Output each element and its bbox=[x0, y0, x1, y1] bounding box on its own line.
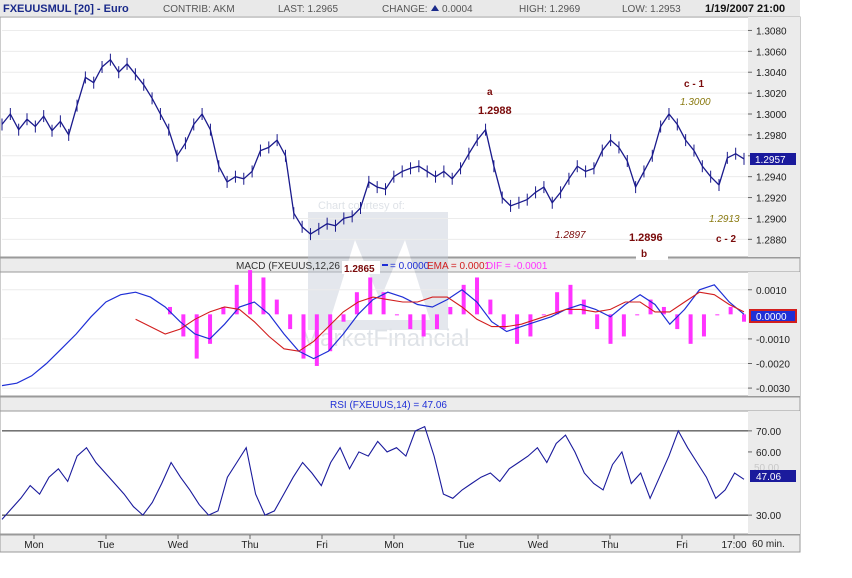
macd-tick-label: -0.0030 bbox=[756, 384, 790, 395]
macd-histogram-bar bbox=[661, 306, 666, 315]
rsi-title: RSI (FXEUUS,14) = 47.06 bbox=[330, 400, 447, 411]
price-tick-label: 1.2900 bbox=[756, 214, 787, 225]
rsi-tick-label: 60.00 bbox=[756, 448, 781, 459]
price-tick-label: 1.2940 bbox=[756, 173, 787, 184]
contrib-label: CONTRIB: AKM bbox=[163, 4, 235, 15]
macd-tick-label: -0.0010 bbox=[756, 335, 790, 346]
macd-histogram-bar bbox=[368, 277, 373, 315]
price-tick-label: 1.3040 bbox=[756, 68, 787, 79]
time-tick-label: Thu bbox=[601, 540, 618, 551]
macd-histogram-bar bbox=[274, 299, 279, 315]
macd-histogram-bar bbox=[528, 314, 533, 337]
time-tick-label: Mon bbox=[384, 540, 403, 551]
macd-histogram-bar bbox=[408, 314, 413, 330]
macd-histogram-bar bbox=[581, 299, 586, 315]
macd-histogram-bar bbox=[194, 314, 199, 359]
macd-histogram-bar bbox=[475, 277, 480, 315]
macd-histogram-bar bbox=[621, 314, 626, 337]
macd-histogram-bar bbox=[434, 314, 439, 330]
macd-histogram-bar bbox=[608, 314, 613, 344]
macd-legend-value: = 0.0000 bbox=[390, 261, 430, 272]
macd-legend-ema: EMA = 0.0001 bbox=[427, 261, 491, 272]
macd-histogram-bar bbox=[742, 314, 746, 322]
macd-histogram-bar bbox=[248, 270, 253, 315]
low-label: LOW: 1.2953 bbox=[622, 4, 681, 15]
time-tick-label: 17:00 bbox=[721, 540, 746, 551]
macd-histogram-bar bbox=[595, 314, 600, 330]
annotation-1-2897: 1.2897 bbox=[555, 230, 586, 241]
macd-histogram-bar bbox=[541, 314, 546, 316]
time-tick-label: Fri bbox=[316, 540, 328, 551]
rsi-current-value: 47.06 bbox=[756, 472, 781, 483]
price-tick-label: 1.3080 bbox=[756, 26, 787, 37]
macd-histogram-bar bbox=[394, 314, 399, 316]
price-tick-label: 1.3060 bbox=[756, 47, 787, 58]
price-tick-label: 1.2920 bbox=[756, 194, 787, 205]
macd-histogram-bar bbox=[288, 314, 293, 330]
macd-histogram-bar bbox=[635, 314, 640, 316]
macd-histogram-bar bbox=[328, 314, 333, 352]
chart-canvas: FXEUUSMUL [20] - Euro CONTRIB: AKM LAST:… bbox=[0, 0, 801, 553]
annotation-1-3000: 1.3000 bbox=[680, 97, 711, 108]
annotation-1-2865: 1.2865 bbox=[344, 264, 375, 275]
change-value: 0.0004 bbox=[442, 4, 473, 15]
time-interval-label: 60 min. bbox=[752, 539, 785, 550]
macd-tick-label: -0.0020 bbox=[756, 360, 790, 371]
last-price-label: LAST: 1.2965 bbox=[278, 4, 338, 15]
price-tick-label: 1.3020 bbox=[756, 89, 787, 100]
macd-histogram-bar bbox=[688, 314, 693, 344]
macd-legend-dif: DIF = -0.0001 bbox=[486, 261, 548, 272]
annotation-1-2988: 1.2988 bbox=[478, 105, 512, 117]
time-tick-label: Fri bbox=[676, 540, 688, 551]
macd-histogram-bar bbox=[555, 292, 560, 315]
annotation-a: a bbox=[487, 87, 493, 98]
macd-tick-label: 0.0010 bbox=[756, 286, 787, 297]
macd-histogram-bar bbox=[301, 314, 306, 359]
time-tick-label: Mon bbox=[24, 540, 43, 551]
annotation-1-2896: 1.2896 bbox=[629, 232, 663, 244]
change-label: CHANGE: bbox=[382, 4, 428, 15]
macd-histogram-bar bbox=[701, 314, 706, 337]
price-tick-label: 1.2880 bbox=[756, 235, 787, 246]
price-current-value: 1.2957 bbox=[755, 155, 786, 166]
annotation-c1: c - 1 bbox=[684, 79, 704, 90]
time-tick-label: Tue bbox=[98, 540, 115, 551]
macd-histogram-bar bbox=[728, 306, 733, 315]
symbol-title: FXEUUSMUL [20] - Euro bbox=[3, 3, 129, 15]
macd-current-value: 0.0000 bbox=[756, 312, 787, 323]
annotation-b: b bbox=[641, 249, 647, 260]
high-label: HIGH: 1.2969 bbox=[519, 4, 581, 15]
chart-window: FXEUUSMUL [20] - Euro CONTRIB: AKM LAST:… bbox=[0, 0, 852, 573]
timestamp: 1/19/2007 21:00 bbox=[705, 3, 785, 15]
macd-histogram-bar bbox=[715, 314, 720, 316]
time-tick-label: Wed bbox=[528, 540, 548, 551]
price-tick-label: 1.2980 bbox=[756, 131, 787, 142]
time-tick-label: Thu bbox=[241, 540, 258, 551]
macd-histogram-bar bbox=[488, 299, 493, 315]
time-tick-label: Wed bbox=[168, 540, 188, 551]
annotation-c2: c - 2 bbox=[716, 234, 736, 245]
macd-histogram-bar bbox=[421, 314, 426, 337]
rsi-tick-label: 70.00 bbox=[756, 427, 781, 438]
macd-histogram-bar bbox=[341, 314, 346, 322]
annotation-1-2913: 1.2913 bbox=[709, 214, 740, 225]
time-tick-label: Tue bbox=[458, 540, 475, 551]
price-tick-label: 1.3000 bbox=[756, 110, 787, 121]
rsi-tick-label: 30.00 bbox=[756, 511, 781, 522]
macd-histogram-bar bbox=[448, 306, 453, 315]
